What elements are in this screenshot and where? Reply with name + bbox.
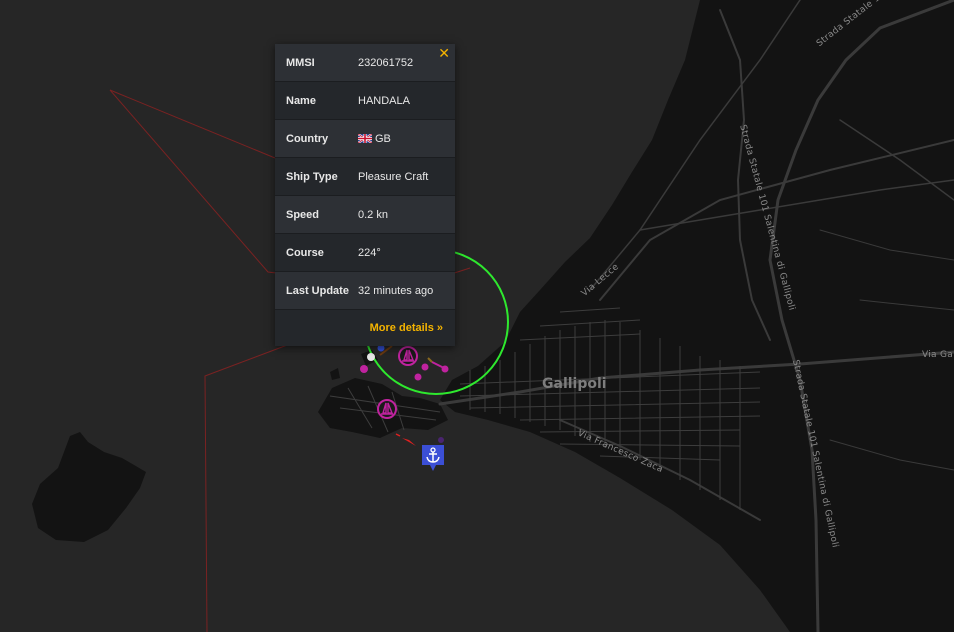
info-row-ship-type: Ship Type Pleasure Craft	[275, 158, 455, 196]
info-key: Course	[286, 246, 324, 259]
uk-flag-icon	[358, 134, 372, 143]
close-icon[interactable]: ✕	[438, 46, 450, 62]
city-label: Gallipoli	[542, 376, 607, 392]
map-canvas[interactable]	[0, 0, 954, 632]
info-value: 32 minutes ago	[358, 285, 455, 297]
vessel-info-table: MMSI 232061752 Name HANDALA Country GB S…	[275, 44, 455, 310]
info-row-country: Country GB	[275, 120, 455, 158]
road-label: Via Ga	[922, 350, 954, 360]
vessel-dot	[414, 373, 422, 381]
name-value: HANDALA	[358, 94, 410, 107]
country-value: GB	[375, 132, 391, 145]
vessel-info-popup: ✕ MMSI 232061752 Name HANDALA Country GB	[275, 44, 455, 346]
info-key: Name	[286, 94, 316, 107]
info-row-name: Name HANDALA	[275, 82, 455, 120]
info-row-mmsi: MMSI 232061752	[275, 44, 455, 82]
last-update-value: 32 minutes ago	[358, 284, 434, 297]
sailboat-icon[interactable]	[377, 399, 397, 419]
info-row-speed: Speed 0.2 kn	[275, 196, 455, 234]
info-key: Last Update	[286, 284, 349, 297]
info-key: Speed	[286, 208, 320, 221]
speed-value: 0.2 kn	[358, 208, 388, 221]
sailboat-icon[interactable]	[398, 346, 418, 366]
vessel-dot	[421, 363, 429, 371]
vessel-dot	[438, 437, 444, 443]
course-value: 224°	[358, 246, 381, 259]
ship-type-value: Pleasure Craft	[358, 170, 429, 183]
mmsi-value: 232061752	[358, 56, 414, 69]
info-value: HANDALA	[358, 95, 455, 107]
more-details-link[interactable]: More details »	[370, 322, 443, 334]
vessel-dot-selected	[367, 353, 375, 361]
info-row-last-update: Last Update 32 minutes ago	[275, 272, 455, 310]
info-value: 0.2 kn	[358, 209, 455, 221]
info-value: 224°	[358, 247, 455, 259]
info-key: Country	[286, 132, 329, 145]
info-key: Ship Type	[286, 170, 338, 183]
info-value: Pleasure Craft	[358, 171, 455, 183]
info-value: GB	[358, 133, 455, 145]
vessel-dot	[360, 365, 368, 373]
info-key: MMSI	[286, 56, 315, 69]
popup-footer: More details »	[275, 310, 455, 346]
info-row-course: Course 224°	[275, 234, 455, 272]
